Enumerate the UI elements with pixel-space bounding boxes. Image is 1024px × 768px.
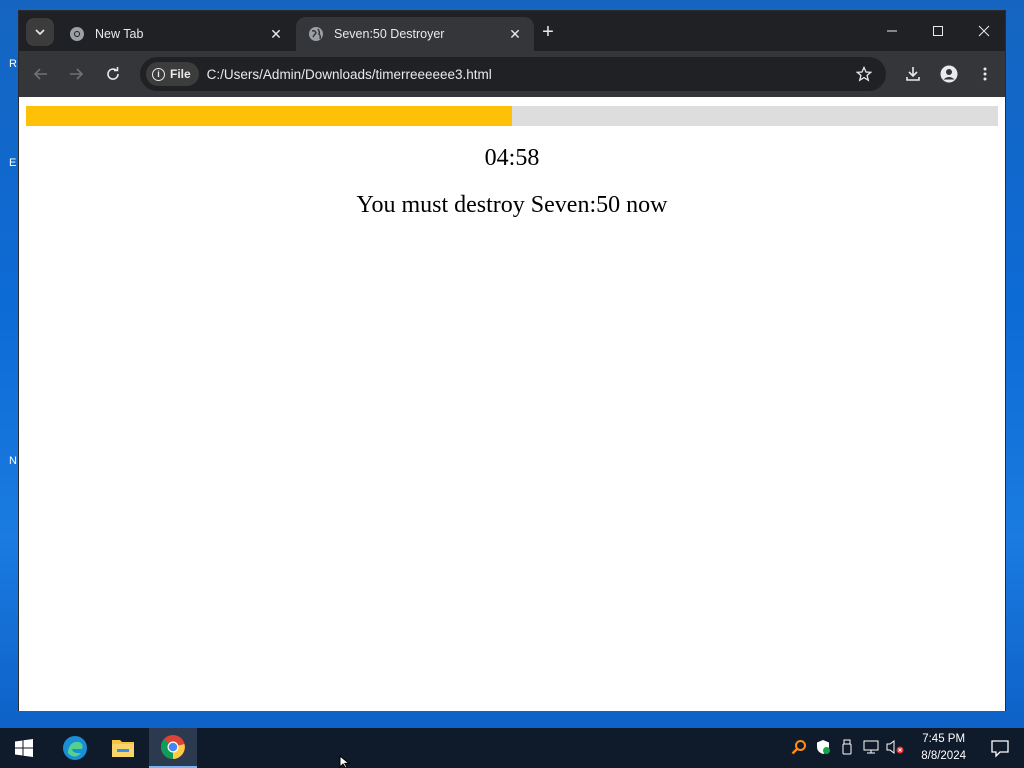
edge-icon (63, 736, 87, 760)
notification-center-button[interactable] (990, 738, 1010, 758)
close-window-button[interactable] (961, 11, 1007, 51)
bookmark-button[interactable] (852, 62, 876, 86)
start-icon (15, 739, 33, 757)
maximize-button[interactable] (915, 11, 961, 51)
arrow-left-icon (33, 68, 47, 80)
reload-icon (107, 67, 119, 80)
profile-button[interactable] (937, 62, 961, 86)
usb-device-icon[interactable] (838, 738, 856, 756)
star-icon (856, 66, 872, 82)
close-icon[interactable]: ✕ (506, 25, 524, 43)
close-icon (978, 25, 990, 37)
address-bar[interactable]: i File C:/Users/Admin/Downloads/timerree… (140, 57, 886, 91)
volume-muted-icon[interactable] (886, 738, 904, 756)
back-button[interactable] (29, 62, 53, 86)
maximize-icon (933, 26, 943, 36)
clock-time: 7:45 PM (922, 733, 966, 745)
forward-button[interactable] (64, 62, 88, 86)
taskbar-file-explorer[interactable] (99, 728, 147, 768)
progress-fill (26, 106, 512, 126)
chevron-down-icon (35, 29, 45, 36)
desktop-icon-label: R (9, 58, 17, 70)
minimize-button[interactable] (869, 11, 915, 51)
taskbar: 7:45 PM 8/8/2024 (0, 728, 1024, 768)
menu-button[interactable] (973, 62, 997, 86)
search-tray-icon[interactable] (790, 738, 808, 756)
page-content: 04:58 You must destroy Seven:50 now (19, 97, 1005, 711)
notification-icon (991, 740, 1009, 758)
url-text: C:/Users/Admin/Downloads/timerreeeeee3.h… (206, 66, 492, 82)
close-icon[interactable]: ✕ (267, 25, 285, 43)
taskbar-edge[interactable] (51, 728, 99, 768)
progress-bar (26, 106, 998, 126)
desktop-icon-label: E (9, 157, 17, 169)
taskbar-chrome[interactable] (149, 728, 197, 768)
tab-search-button[interactable] (26, 18, 54, 46)
profile-icon (940, 65, 958, 83)
tab-title: Seven:50 Destroyer (334, 27, 445, 41)
warning-message: You must destroy Seven:50 now (356, 192, 668, 218)
file-explorer-icon (112, 740, 134, 757)
desktop-icon-label: N (9, 455, 17, 467)
system-clock[interactable]: 7:45 PM 8/8/2024 (921, 731, 966, 765)
browser-toolbar: i File C:/Users/Admin/Downloads/timerree… (19, 51, 1005, 97)
chrome-icon (69, 26, 85, 42)
arrow-right-icon (70, 68, 84, 80)
clock-date: 8/8/2024 (921, 750, 966, 762)
countdown-timer: 04:58 (484, 145, 540, 171)
reload-button[interactable] (101, 62, 125, 86)
downloads-button[interactable] (901, 62, 925, 86)
new-tab-button[interactable]: + (537, 21, 559, 43)
tab-title: New Tab (95, 27, 144, 41)
start-button[interactable] (0, 728, 48, 768)
more-vert-icon (983, 67, 987, 81)
chip-label: File (170, 67, 191, 81)
info-icon: i (152, 67, 165, 81)
minimize-icon (887, 30, 897, 32)
mouse-cursor-icon (339, 755, 351, 768)
security-shield-icon[interactable] (814, 738, 832, 756)
site-info-chip[interactable]: i File (146, 62, 199, 86)
tab-seven50-destroyer[interactable]: Seven:50 Destroyer ✕ (296, 17, 534, 51)
globe-icon (308, 26, 324, 42)
download-icon (906, 67, 920, 81)
tab-strip: New Tab ✕ Seven:50 Destroyer ✕ + (19, 11, 1005, 51)
chrome-icon (160, 735, 185, 759)
network-icon[interactable] (862, 738, 880, 756)
browser-window: New Tab ✕ Seven:50 Destroyer ✕ + i File … (18, 10, 1006, 711)
tab-new-tab[interactable]: New Tab ✕ (57, 17, 295, 51)
